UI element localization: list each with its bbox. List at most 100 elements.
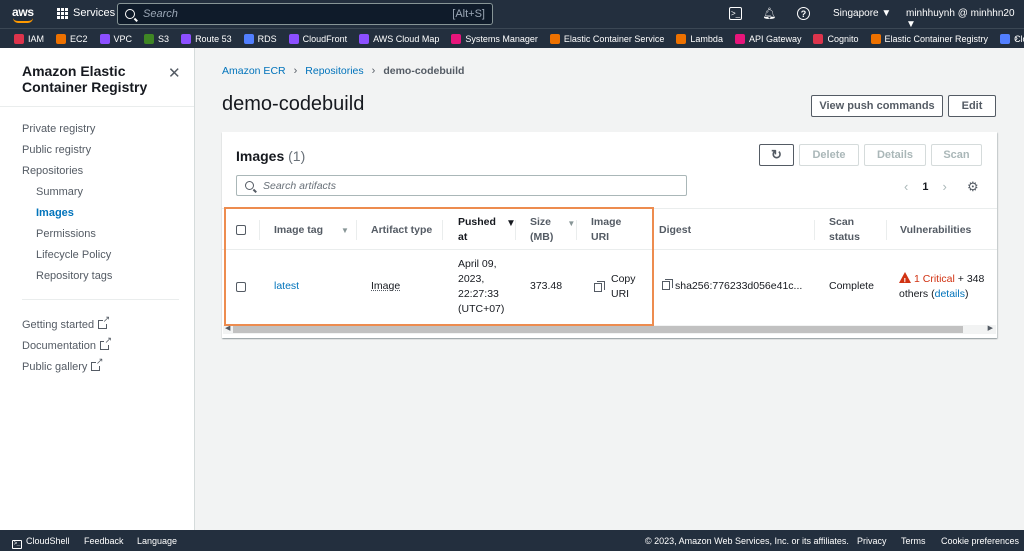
services-menu-button[interactable]: Services xyxy=(57,7,115,19)
column-header-size[interactable]: Size (MB) ▼ xyxy=(530,209,575,251)
images-panel-title: Images (1) xyxy=(236,148,305,164)
column-header-digest[interactable]: Digest xyxy=(659,209,691,251)
footer-feedback[interactable]: Feedback xyxy=(84,536,124,546)
image-tag-link[interactable]: latest xyxy=(274,279,299,294)
chevron-left-icon[interactable]: ‹ xyxy=(904,179,908,194)
favorite-api-gateway[interactable]: API Gateway xyxy=(734,33,801,44)
column-header-artifact-type[interactable]: Artifact type xyxy=(371,209,432,251)
favorite-aws-cloud-map[interactable]: AWS Cloud Map xyxy=(359,33,439,44)
favorite-iam[interactable]: IAM xyxy=(14,33,44,44)
favorites-bar: IAM EC2 VPC S3 Route 53 RDS CloudFront AWS Clou… xyxy=(0,28,1024,48)
notifications-bell-icon[interactable]: 🔔︎ xyxy=(763,7,777,20)
sidebar-item-summary[interactable]: Summary xyxy=(36,186,83,198)
favorite-label: VPC xyxy=(113,33,133,44)
service-icon xyxy=(14,33,24,44)
favorite-vpc[interactable]: VPC xyxy=(99,33,133,44)
view-push-commands-button[interactable]: View push commands xyxy=(811,95,943,117)
sidebar-item-permissions[interactable]: Permissions xyxy=(36,228,96,240)
sidebar-link-label: Getting started xyxy=(22,319,95,331)
breadcrumb-repositories[interactable]: Repositories xyxy=(305,65,363,77)
column-header-scan-status[interactable]: Scan status xyxy=(829,209,860,251)
pushed-at-line: 22:27:33 xyxy=(458,288,499,300)
column-header-image-uri[interactable]: Image URI xyxy=(591,209,621,251)
service-icon xyxy=(359,33,370,44)
others-label-close: ) xyxy=(964,288,969,300)
column-divider xyxy=(442,220,443,240)
images-title-text: Images xyxy=(236,148,285,164)
footer-copyright: © 2023, Amazon Web Services, Inc. or its… xyxy=(645,536,849,546)
column-header-vulnerabilities[interactable]: Vulnerabilities xyxy=(900,209,971,251)
sidebar-item-repositories[interactable]: Repositories xyxy=(22,165,83,177)
footer-cloudshell[interactable]: >_ CloudShell xyxy=(12,536,70,549)
column-label: at xyxy=(458,231,468,243)
footer-privacy[interactable]: Privacy xyxy=(857,536,887,546)
favorite-cloudfront[interactable]: CloudFront xyxy=(288,33,347,44)
region-selector[interactable]: Singapore ▼ xyxy=(833,8,891,19)
sidebar-link-getting-started[interactable]: Getting started xyxy=(22,315,111,331)
favorite-lambda[interactable]: Lambda xyxy=(676,33,723,44)
gear-icon[interactable]: ⚙ xyxy=(967,179,979,195)
favorite-route-53[interactable]: Route 53 xyxy=(181,33,232,44)
chevron-right-icon[interactable]: › xyxy=(942,179,946,194)
sidebar-divider xyxy=(0,106,194,107)
favorite-systems-manager[interactable]: Systems Manager xyxy=(451,33,538,44)
row-checkbox[interactable] xyxy=(236,282,246,292)
details-button[interactable]: Details xyxy=(864,144,926,166)
edit-button[interactable]: Edit xyxy=(948,95,996,117)
column-divider xyxy=(259,220,260,240)
favorite-s3[interactable]: S3 xyxy=(144,33,169,44)
sidebar-link-documentation[interactable]: Documentation xyxy=(22,336,112,352)
column-label: status xyxy=(829,231,860,243)
digest-value[interactable]: sha256:776233d056e41c... xyxy=(662,279,802,294)
scroll-left-icon[interactable]: ◀ xyxy=(225,324,230,332)
service-icon xyxy=(734,33,745,44)
digest-text: sha256:776233d056e41c... xyxy=(675,280,803,292)
vulnerability-details-link[interactable]: details xyxy=(935,288,965,300)
footer-cookie-preferences[interactable]: Cookie preferences xyxy=(941,536,1019,546)
aws-logo[interactable]: aws xyxy=(12,5,36,25)
favorite-label: Route 53 xyxy=(195,33,232,44)
sidebar-item-public-registry[interactable]: Public registry xyxy=(22,144,91,156)
pushed-at-line: April 09, xyxy=(458,258,497,270)
horizontal-scrollbar[interactable]: ◀ ▶ xyxy=(223,325,996,334)
cloudshell-icon[interactable]: >_ xyxy=(729,7,742,20)
column-divider xyxy=(814,220,815,240)
close-icon[interactable]: ✕ xyxy=(168,64,181,82)
favorite-elastic-container-registry[interactable]: Elastic Container Registry xyxy=(870,33,988,44)
favorite-ec2[interactable]: EC2 xyxy=(56,33,88,44)
copy-uri-button[interactable]: Copy URI xyxy=(594,272,636,302)
sidebar-link-public-gallery[interactable]: Public gallery xyxy=(22,357,104,373)
service-icon xyxy=(870,33,881,44)
scroll-right-icon[interactable]: ▶ xyxy=(988,324,993,332)
artifact-type-value[interactable]: Image xyxy=(371,279,400,294)
breadcrumb-amazon-ecr[interactable]: Amazon ECR xyxy=(222,65,286,77)
column-label: Scan xyxy=(829,216,855,228)
scan-button[interactable]: Scan xyxy=(931,144,982,166)
page-number[interactable]: 1 xyxy=(922,181,928,193)
column-header-image-tag[interactable]: Image tag ▼ xyxy=(274,209,354,251)
column-header-pushed-at[interactable]: Pushed at ▼ xyxy=(458,209,516,251)
delete-button[interactable]: Delete xyxy=(799,144,859,166)
table-header: Image tag ▼ Artifact type Pushed at ▼ Size (… xyxy=(222,208,997,250)
footer-language[interactable]: Language xyxy=(137,536,177,546)
copy-uri-label: URI xyxy=(611,288,630,300)
chevron-right-icon[interactable]: › xyxy=(1015,33,1018,44)
favorite-rds[interactable]: RDS xyxy=(243,33,277,44)
account-menu[interactable]: minhhuynh @ minhhn20 ▼ xyxy=(906,8,1024,30)
size-value: 373.48 xyxy=(530,280,563,292)
grid-icon xyxy=(57,7,68,19)
global-search-input[interactable]: Search [Alt+S] xyxy=(117,3,493,25)
sidebar-item-private-registry[interactable]: Private registry xyxy=(22,123,95,135)
sidebar-item-lifecycle-policy[interactable]: Lifecycle Policy xyxy=(36,249,111,261)
scrollbar-thumb[interactable] xyxy=(233,326,963,333)
favorite-cloud9[interactable]: Cloud9 xyxy=(1000,33,1024,44)
footer-terms[interactable]: Terms xyxy=(901,536,926,546)
favorite-cognito[interactable]: Cognito xyxy=(813,33,859,44)
favorite-elastic-container-service[interactable]: Elastic Container Service xyxy=(549,33,664,44)
sidebar-item-images[interactable]: Images xyxy=(36,207,74,219)
sidebar-item-repository-tags[interactable]: Repository tags xyxy=(36,270,112,282)
refresh-button[interactable]: ↻ xyxy=(759,144,794,166)
search-artifacts-input[interactable]: Search artifacts xyxy=(236,175,687,196)
help-icon[interactable]: ? xyxy=(797,7,810,20)
select-all-checkbox[interactable] xyxy=(236,225,246,235)
